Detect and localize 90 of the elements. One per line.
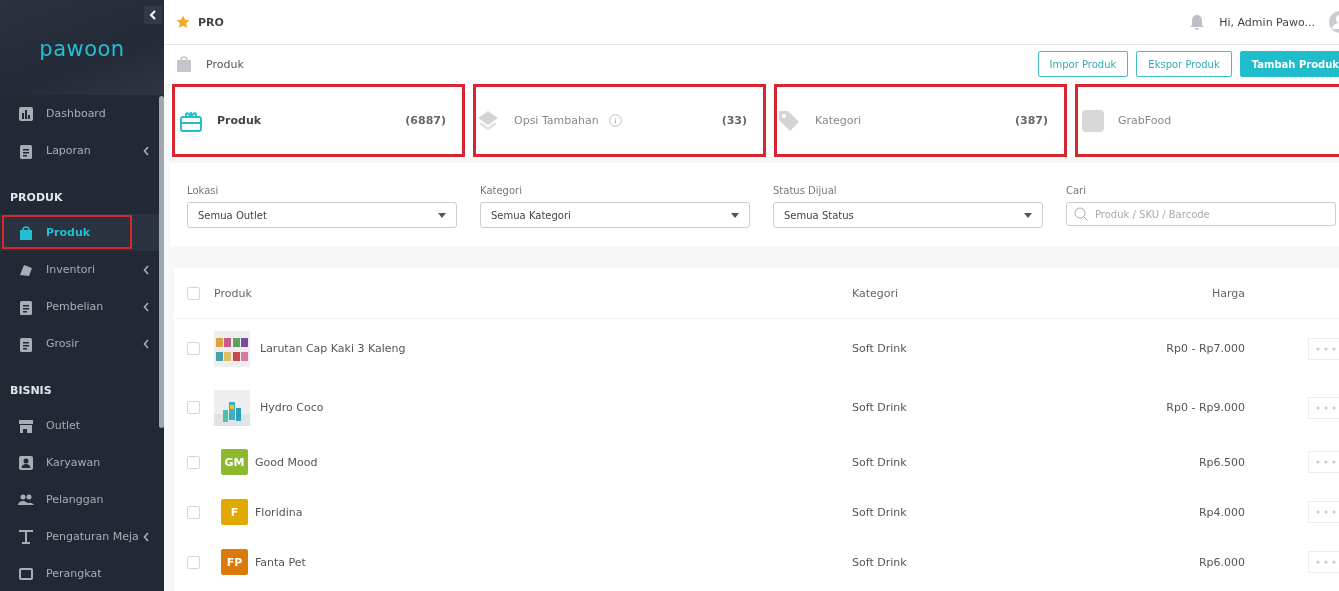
bag-icon [176,55,192,73]
sidebar-item[interactable]: Pelanggan [0,481,164,518]
menu-icon [18,417,34,434]
logo: pawoon [39,36,125,61]
select-all-checkbox[interactable] [187,286,200,300]
filter-dropdown[interactable]: Semua Kategori [480,202,750,228]
plan-label: PRO [198,15,224,29]
filter-label: Kategori [480,185,523,196]
section-title: PRODUK [9,190,64,206]
dropdown-arrow-icon [438,212,446,218]
menu-icon [18,224,34,241]
product-name: Good Mood [255,455,318,469]
tab-label: Kategori [815,114,862,127]
layers-icon [476,108,500,133]
menu-icon [18,105,34,122]
filter-label: Status Dijual [773,185,838,196]
row-checkbox[interactable] [187,555,200,569]
product-initials: FP [221,549,248,575]
row-checkbox[interactable] [187,342,200,355]
price-cell-text: Rp0 - Rp9.000 [1165,401,1245,414]
more-icon [1314,346,1337,351]
product-name: Fanta Pet [255,555,306,569]
more-button[interactable] [1308,501,1339,523]
menu-icon [18,454,34,471]
tab[interactable]: Produk (6887) [172,84,465,157]
filter-dropdown[interactable]: Semua Outlet [187,202,457,228]
price-cell-text: Rp0 - Rp7.000 [1165,342,1245,355]
dropdown-arrow-icon [731,212,739,218]
category-cell-text: Soft Drink [852,401,908,414]
price-cell-text: Rp6.500 [1197,455,1245,469]
dropdown-arrow-icon [1024,212,1032,218]
bell-icon[interactable] [1189,13,1206,31]
column-header: Produk [214,286,253,300]
chevron-icon [149,10,157,20]
tag-icon [777,108,801,133]
category-cell-text: Soft Drink [852,555,908,569]
price-cell-text: Rp6.000 [1197,555,1245,569]
filter-dropdown[interactable]: Semua Status [773,202,1043,228]
tab-label: Opsi Tambahan [514,114,599,127]
menu-icon [18,528,34,545]
menu-icon [18,335,34,352]
chevron-icon [143,338,150,349]
tab-count: (387) [1014,114,1048,127]
more-button[interactable] [1308,337,1339,360]
more-icon [1314,405,1337,410]
sidebar-item[interactable]: Pengaturan Meja [0,518,164,555]
sidebar-item[interactable]: Perangkat [0,555,164,591]
chevron-icon [143,264,150,275]
tab-label: Produk [217,114,262,127]
tab-count: (6887) [405,114,446,127]
chevron-icon [143,301,150,312]
page-title: Produk [206,57,244,71]
product-name: Larutan Cap Kaki 3 Kaleng [260,342,406,355]
product-initials: F [221,499,248,525]
category-cell-text: Soft Drink [852,505,908,519]
search-field[interactable]: Produk / SKU / Barcode [1066,202,1336,226]
star-icon [176,15,190,29]
product-initials: GM [221,449,248,475]
column-header: Harga [1210,286,1245,300]
sidebar-item[interactable]: Karyawan [0,444,164,481]
user-greeting[interactable]: Hi, Admin Pawo... [1219,15,1315,29]
category-cell-text: Soft Drink [852,342,908,355]
tab[interactable]: Opsi Tambahan (33) [473,84,766,157]
row-checkbox[interactable] [187,401,200,414]
tab-label: GrabFood [1118,114,1172,127]
product-name: Floridina [255,505,303,519]
tab-count: (33) [721,114,747,127]
more-button[interactable] [1308,551,1339,573]
info-icon[interactable] [608,114,622,127]
row-checkbox[interactable] [187,455,200,469]
row-checkbox[interactable] [187,505,200,519]
section-title: BISNIS [9,383,53,399]
category-cell-text: Soft Drink [852,455,908,469]
filter-label: Lokasi [187,185,220,196]
chevron-icon [143,145,150,156]
more-button[interactable] [1308,451,1339,473]
more-button[interactable] [1308,396,1339,419]
filter-label: Cari [1066,185,1087,196]
column-header: Kategori [852,286,900,300]
tab[interactable]: GrabFood [1075,84,1339,157]
menu-icon [18,142,34,159]
grabfood-icon [1082,109,1104,132]
product-name: Hydro Coco [260,401,324,414]
menu-icon [18,565,34,582]
menu-icon [18,298,34,315]
tab[interactable]: Kategori (387) [774,84,1067,157]
search-icon [1074,207,1088,221]
collapse-button[interactable] [144,6,162,24]
chevron-icon [143,531,150,542]
price-cell-text: Rp4.000 [1197,505,1245,519]
